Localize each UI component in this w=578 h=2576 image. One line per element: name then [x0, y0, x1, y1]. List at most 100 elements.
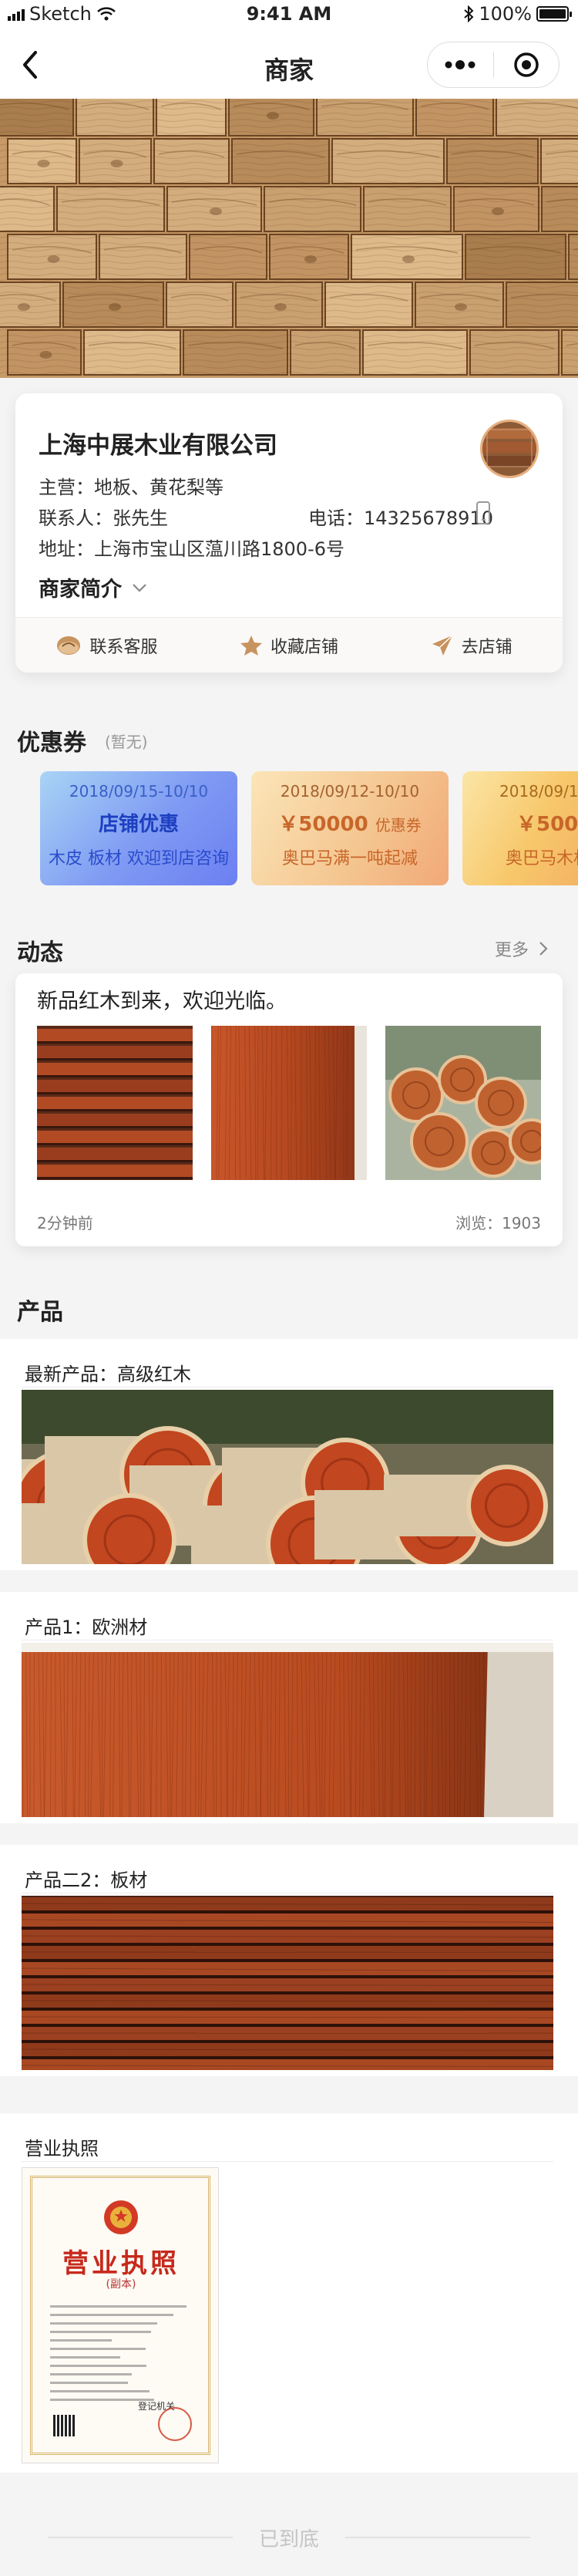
avatar-image: [482, 422, 536, 476]
shop-avatar[interactable]: [480, 420, 539, 478]
go-to-shop-button[interactable]: 去店铺: [380, 618, 563, 673]
post-text: 新品红木到来，欢迎光临。: [37, 990, 287, 1013]
coupon-date: 2018/09/15-10/10: [69, 782, 209, 801]
license-line: [50, 2348, 146, 2350]
coupon-title: 店铺优惠: [98, 813, 179, 836]
license-line: [50, 2331, 152, 2333]
more-label: 更多: [495, 941, 529, 960]
coupon-card-50000[interactable]: 2018/09/12-10/10 ￥50000 优惠券 奥巴马满一吨起减: [251, 771, 449, 885]
red-seal-stamp: [158, 2407, 192, 2441]
timber-stack-image: [0, 99, 578, 378]
coupon-date: 2018/09/12: [499, 782, 578, 801]
post-image-1[interactable]: [37, 1026, 193, 1180]
red-logs-image: [22, 1390, 553, 1564]
product-image-european-wood[interactable]: [22, 1643, 553, 1817]
contact-person: 联系人：张先生: [39, 507, 168, 529]
coupon-amount-line: ￥50000 优惠券: [251, 808, 449, 837]
bluetooth-icon: [464, 5, 474, 22]
main-business: 主营：地板、黄花梨等: [39, 477, 223, 498]
license-line: [50, 2390, 150, 2392]
stacked-boards-image: [37, 1026, 193, 1180]
product-card-2[interactable]: 产品1：欧洲材: [0, 1592, 578, 1823]
shop-address: 地址：上海市宝山区蕰川路1800-6号: [39, 538, 345, 560]
coupons-title: 优惠券: [17, 730, 86, 757]
dynamic-title: 动态: [17, 939, 63, 966]
more-button[interactable]: [428, 42, 493, 87]
contact-service-button[interactable]: 联系客服: [15, 618, 198, 673]
product-card-1[interactable]: 最新产品：高级红木: [0, 1339, 578, 1570]
shop-actions: 联系客服 收藏店铺 去店铺: [15, 618, 563, 673]
coupons-note: (暂无): [105, 733, 148, 751]
merchant-page: { "status_bar": {"carrier": "Sketch", "t…: [0, 0, 578, 2576]
send-arrow-icon: [432, 634, 453, 656]
close-mini-program-button[interactable]: [494, 42, 560, 87]
coupon-desc: 木皮 板材 欢迎到店咨询: [49, 849, 229, 868]
star-icon: [240, 635, 262, 656]
product-image-logs[interactable]: [22, 1390, 553, 1564]
post-image-2[interactable]: [211, 1026, 367, 1180]
license-text-lines: [50, 2299, 197, 2415]
product-card-3[interactable]: 产品二2：板材: [0, 1845, 578, 2076]
shop-name: 上海中展木业有限公司: [39, 432, 277, 460]
license-line: [50, 2305, 187, 2308]
status-bar: Sketch 9:41 AM 100%: [0, 0, 578, 31]
shop-info-card: 上海中展木业有限公司 主营：地板、黄花梨等 联系人：张先生 电话：1432567…: [15, 393, 563, 673]
mini-program-capsule: [427, 42, 560, 88]
more-dots-icon: [445, 60, 476, 69]
national-emblem-icon: [104, 2200, 138, 2234]
status-right: 100%: [463, 3, 572, 25]
coupon-card-shop-discount[interactable]: 2018/09/15-10/10 店铺优惠 木皮 板材 欢迎到店咨询: [40, 771, 237, 885]
battery-icon: [536, 6, 572, 22]
red-wood-slab-image: [211, 1026, 367, 1180]
license-line: [50, 2322, 157, 2325]
chevron-down-icon: [133, 583, 146, 592]
coupon-suffix: 优惠券: [375, 816, 422, 835]
coupon-card-5000[interactable]: 2018/09/12 ￥5000 奥巴马木材: [462, 771, 578, 885]
target-close-icon: [514, 52, 539, 77]
footer-line-right: [345, 2537, 530, 2538]
product-label: 产品1：欧洲材: [25, 1617, 148, 1638]
post-time: 2分钟前: [37, 1214, 93, 1232]
license-divider: [22, 2161, 553, 2162]
license-line: [50, 2373, 133, 2375]
product-label: 产品二2：板材: [25, 1870, 148, 1891]
license-line: [50, 2382, 128, 2384]
phone-number[interactable]: 电话：14325678910: [308, 503, 493, 530]
product-label: 最新产品：高级红木: [25, 1364, 191, 1385]
product-image-boards[interactable]: [22, 1896, 553, 2070]
license-title: 营业执照: [62, 2248, 180, 2279]
license-subtitle: (副本): [106, 2278, 136, 2291]
dynamic-post-card[interactable]: 新品红木到来，欢迎光临。 2分钟前 浏览：1903: [15, 973, 563, 1246]
coupon-desc: 奥巴马满一吨起减: [281, 849, 418, 868]
qr-code-icon: [53, 2415, 75, 2436]
contact-service-label: 联系客服: [89, 637, 158, 657]
favorite-shop-button[interactable]: 收藏店铺: [198, 618, 381, 673]
business-license-image[interactable]: 营业执照 (副本) 登记机关: [22, 2167, 219, 2463]
products-title: 产品: [17, 1299, 63, 1326]
favorite-shop-label: 收藏店铺: [271, 637, 339, 657]
license-line: [50, 2356, 121, 2359]
post-views: 浏览：1903: [455, 1214, 541, 1232]
wood-slab-image: [22, 1643, 553, 1817]
license-line: [50, 2339, 112, 2342]
nav-bar: 商家: [0, 31, 578, 99]
coupon-date: 2018/09/12-10/10: [280, 782, 420, 801]
post-image-3[interactable]: [385, 1026, 541, 1180]
log-pile-image: [385, 1026, 541, 1180]
license-line: [50, 2365, 147, 2367]
battery-percent: 100%: [479, 3, 532, 25]
stacked-boards-image: [22, 1896, 553, 2070]
hero-banner-image: [0, 99, 578, 378]
license-line: [50, 2314, 173, 2316]
license-label: 营业执照: [25, 2138, 99, 2160]
coupon-desc: 奥巴马木材: [506, 849, 578, 868]
more-link[interactable]: 更多: [495, 936, 549, 961]
coupon-amount: ￥5000: [516, 813, 578, 836]
coupon-amount: ￥50000: [278, 813, 368, 836]
license-card[interactable]: 营业执照 营业执照 (副本) 登记机关: [0, 2113, 578, 2473]
phone-icon[interactable]: [476, 501, 490, 524]
footer-line-left: [47, 2537, 233, 2538]
shop-intro-toggle[interactable]: 商家简介: [39, 572, 148, 602]
shop-intro-label: 商家简介: [39, 578, 122, 602]
end-of-list-footer: 已到底: [0, 2522, 578, 2553]
